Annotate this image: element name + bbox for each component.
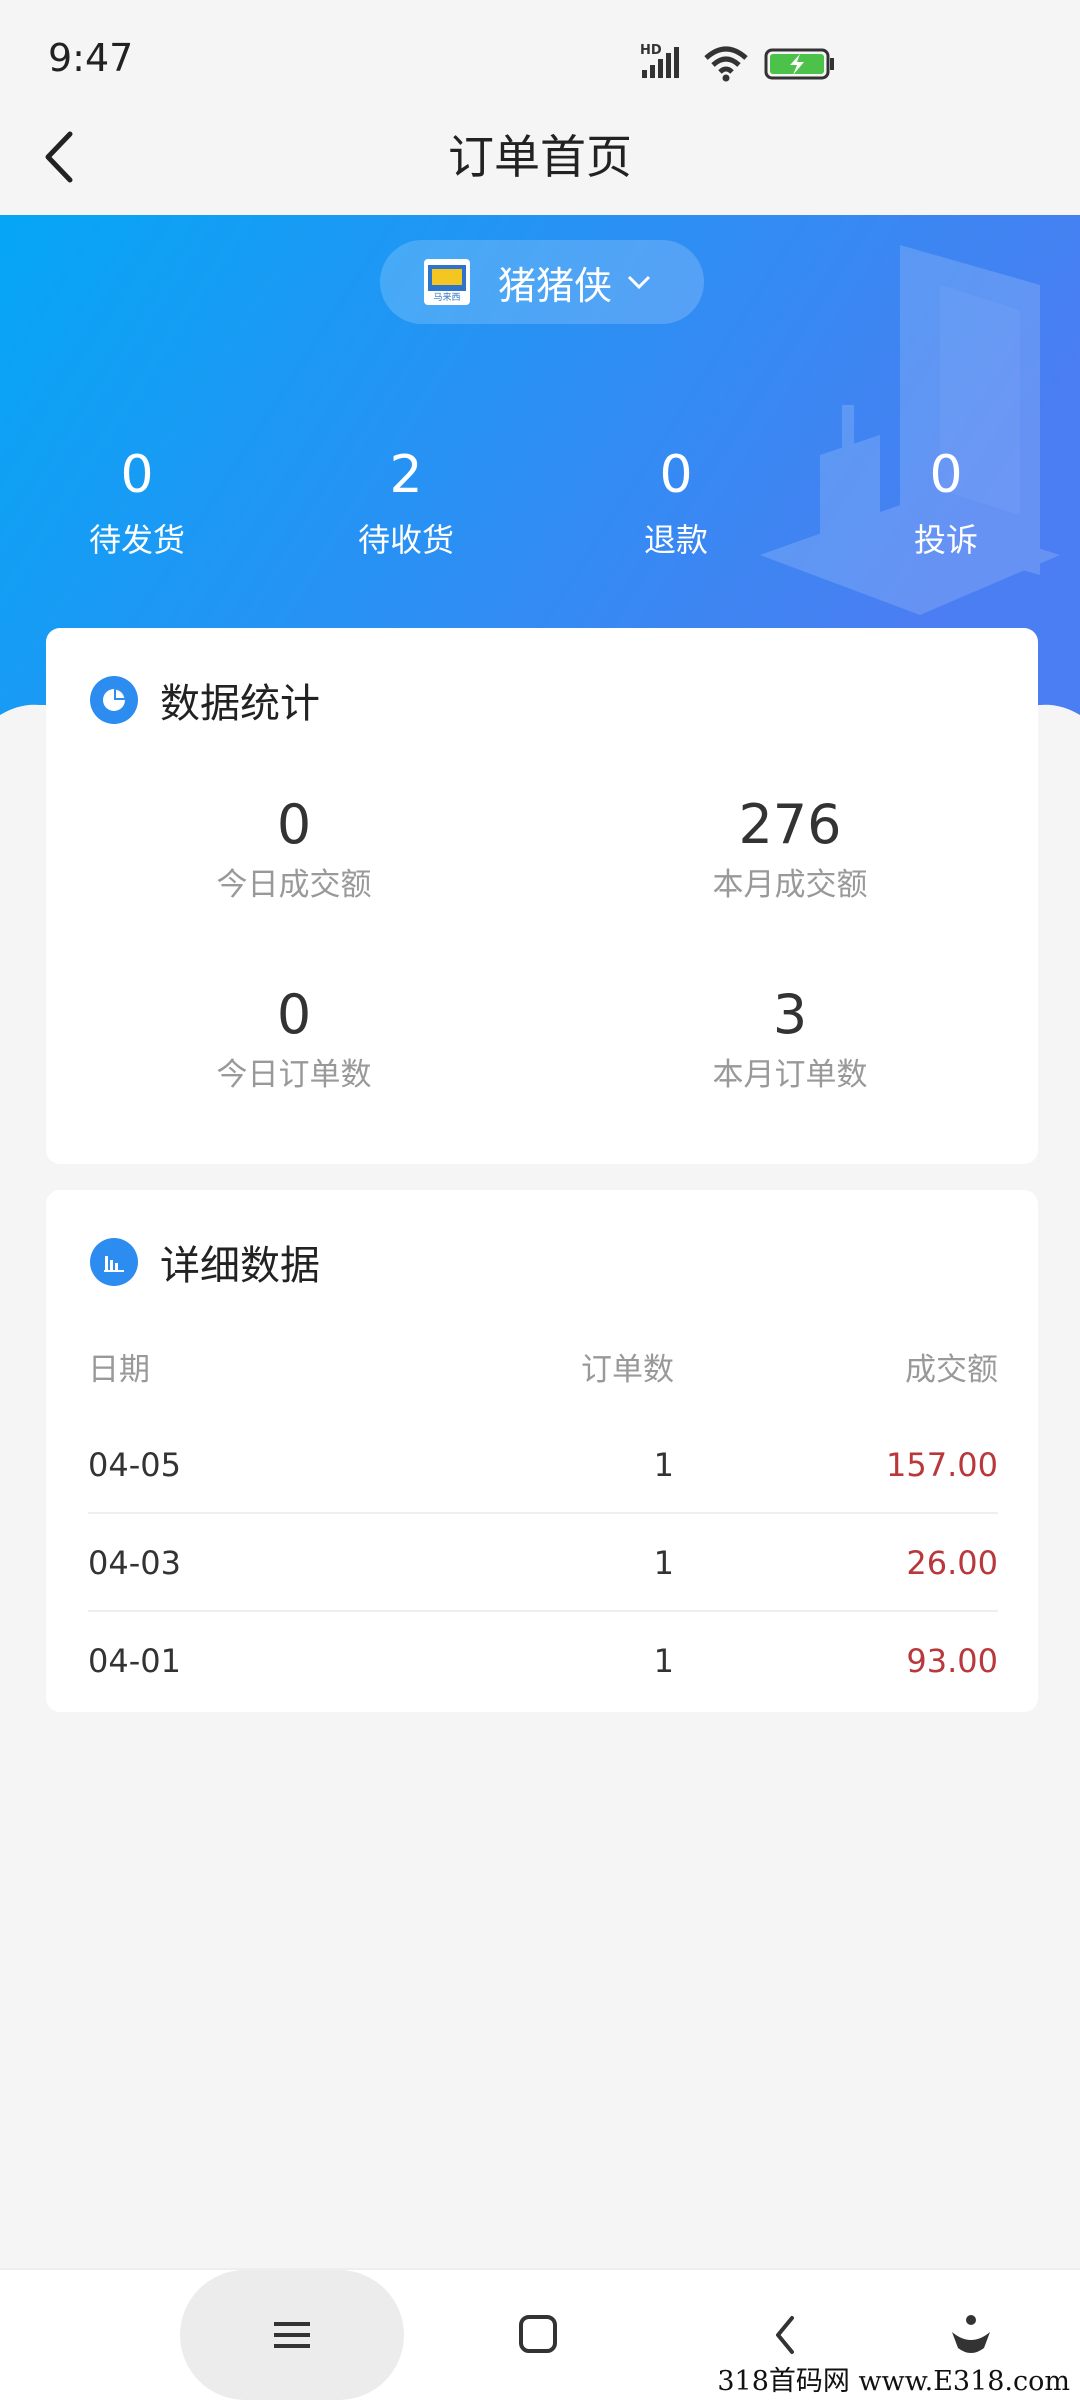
row-count: 1 xyxy=(653,1642,674,1680)
home-icon[interactable] xyxy=(503,2300,573,2370)
stat-label: 投诉 xyxy=(913,521,978,559)
metric-today-sales: 0 今日成交额 xyxy=(94,790,494,910)
stat-label: 待收货 xyxy=(357,521,454,559)
signal-icon: HD xyxy=(640,43,679,78)
watermark: 318首码网 www.E318.com xyxy=(713,2359,1074,2398)
battery-icon xyxy=(764,48,834,80)
network-badge: HD xyxy=(640,43,662,58)
row-date: 04-01 xyxy=(88,1642,181,1680)
bar-chart-icon xyxy=(90,1238,138,1286)
detail-data-card: 详细数据 日期 订单数 成交额 04-05 1 157.00 04-03 1 2… xyxy=(46,1190,1038,1712)
wifi-icon xyxy=(704,46,748,82)
metric-label: 本月订单数 xyxy=(712,1057,868,1093)
column-header-date: 日期 xyxy=(88,1352,150,1388)
shop-selector[interactable]: 马来西 猪猪侠 xyxy=(380,240,704,324)
row-amount: 26.00 xyxy=(906,1544,998,1582)
shop-logo: 马来西 xyxy=(424,259,470,305)
metric-value: 0 xyxy=(276,793,312,856)
card-header: 数据统计 xyxy=(90,672,320,728)
stat-label: 待发货 xyxy=(88,521,185,559)
chevron-down-icon xyxy=(627,275,651,290)
pie-chart-icon xyxy=(90,676,138,724)
nav-bar: 订单首页 xyxy=(0,100,1080,215)
metric-value: 276 xyxy=(738,793,842,856)
metric-label: 本月成交额 xyxy=(712,867,868,903)
stat-value: 0 xyxy=(929,445,963,505)
card-title: 数据统计 xyxy=(160,681,320,727)
card-header: 详细数据 xyxy=(90,1234,320,1290)
metric-month-orders: 3 本月订单数 xyxy=(590,980,990,1100)
row-amount: 93.00 xyxy=(906,1642,998,1680)
stat-value: 0 xyxy=(120,445,154,505)
row-date: 04-05 xyxy=(88,1446,181,1484)
data-stats-card: 数据统计 0 今日成交额 276 本月成交额 0 今日订单数 3 本月订单数 xyxy=(46,628,1038,1164)
column-header-amount: 成交额 xyxy=(905,1352,998,1388)
stat-refund[interactable]: 0 退款 xyxy=(576,440,776,570)
metric-label: 今日成交额 xyxy=(216,867,372,903)
order-stats: 0 待发货 2 待收货 0 退款 0 投诉 xyxy=(0,440,1080,580)
shop-logo-text: 马来西 xyxy=(433,293,461,303)
card-title: 详细数据 xyxy=(160,1243,320,1289)
status-time: 9:47 xyxy=(48,36,134,80)
shop-name: 猪猪侠 xyxy=(498,263,613,308)
table-row: 04-01 1 93.00 xyxy=(88,1612,998,1710)
stat-complaint[interactable]: 0 投诉 xyxy=(846,440,1046,570)
metric-value: 0 xyxy=(276,983,312,1046)
row-amount: 157.00 xyxy=(886,1446,998,1484)
stat-pending-shipment[interactable]: 0 待发货 xyxy=(37,440,237,570)
menu-icon[interactable] xyxy=(257,2300,327,2370)
row-count: 1 xyxy=(653,1446,674,1484)
table-row: 04-05 1 157.00 xyxy=(88,1416,998,1514)
metric-month-sales: 276 本月成交额 xyxy=(590,790,990,910)
stat-pending-receipt[interactable]: 2 待收货 xyxy=(306,440,506,570)
stat-value: 2 xyxy=(389,445,423,505)
metric-label: 今日订单数 xyxy=(216,1057,372,1093)
row-count: 1 xyxy=(653,1544,674,1582)
status-icons: HD xyxy=(640,43,834,82)
table-row: 04-03 1 26.00 xyxy=(88,1514,998,1612)
metric-today-orders: 0 今日订单数 xyxy=(94,980,494,1100)
table-header: 日期 订单数 成交额 xyxy=(88,1340,998,1400)
stat-value: 0 xyxy=(659,445,693,505)
column-header-orders: 订单数 xyxy=(581,1352,674,1388)
stat-label: 退款 xyxy=(643,521,708,559)
metric-value: 3 xyxy=(772,983,808,1046)
row-date: 04-03 xyxy=(88,1544,181,1582)
page-title: 订单首页 xyxy=(448,130,632,184)
